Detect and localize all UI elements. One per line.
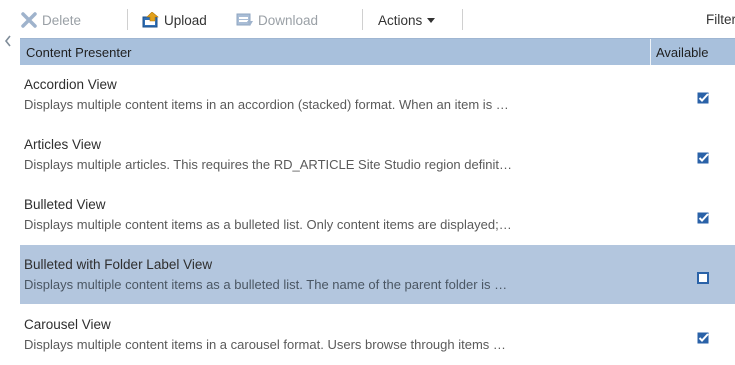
x-icon xyxy=(20,12,38,28)
row-title: Articles View xyxy=(24,137,102,152)
row-description: Displays multiple articles. This require… xyxy=(24,157,512,172)
checked-checkbox-icon[interactable] xyxy=(697,92,709,104)
checked-checkbox-icon[interactable] xyxy=(697,332,709,344)
table-row[interactable]: Articles View Displays multiple articles… xyxy=(20,125,735,185)
download-label: Download xyxy=(258,12,319,28)
row-title: Bulleted View xyxy=(24,197,106,212)
delete-label: Delete xyxy=(42,12,82,28)
table-row[interactable]: Bulleted View Displays multiple content … xyxy=(20,185,735,245)
row-description: Displays multiple content items as a bul… xyxy=(24,217,512,232)
table-row-selected[interactable]: Bulleted with Folder Label View Displays… xyxy=(20,245,735,305)
upload-icon xyxy=(142,12,160,28)
download-button[interactable]: Download xyxy=(236,10,318,30)
row-description: Displays multiple content items in a car… xyxy=(24,337,506,352)
content-presenter-table: Content Presenter Available Accordion Vi… xyxy=(20,38,735,365)
table-row[interactable]: Accordion View Displays multiple content… xyxy=(20,65,735,125)
collapse-panel-icon[interactable] xyxy=(4,34,12,48)
checked-checkbox-icon[interactable] xyxy=(697,152,709,164)
checked-checkbox-icon[interactable] xyxy=(697,212,709,224)
row-title: Carousel View xyxy=(24,317,111,332)
download-icon xyxy=(236,12,254,28)
table-row[interactable]: Carousel View Displays multiple content … xyxy=(20,305,735,365)
row-description: Displays multiple content items as a bul… xyxy=(24,277,508,292)
toolbar: Delete Upload Download Actions Filter xyxy=(0,0,735,38)
delete-button[interactable]: Delete xyxy=(20,10,81,30)
column-divider xyxy=(650,39,651,65)
table-header: Content Presenter Available xyxy=(20,38,735,65)
toolbar-divider xyxy=(462,9,463,30)
filter-button[interactable]: Filter xyxy=(706,12,735,27)
row-title: Bulleted with Folder Label View xyxy=(24,257,213,272)
row-title: Accordion View xyxy=(24,77,117,92)
toolbar-divider xyxy=(362,9,363,30)
actions-label: Actions xyxy=(378,12,423,28)
column-header-available[interactable]: Available xyxy=(656,45,709,60)
toolbar-divider xyxy=(127,9,128,30)
upload-label: Upload xyxy=(164,12,207,28)
upload-button[interactable]: Upload xyxy=(142,10,207,30)
actions-menu-button[interactable]: Actions xyxy=(378,10,436,30)
chevron-down-icon xyxy=(427,18,436,23)
unchecked-checkbox-icon[interactable] xyxy=(697,272,709,284)
row-description: Displays multiple content items in an ac… xyxy=(24,97,509,112)
column-header-content-presenter[interactable]: Content Presenter xyxy=(26,45,132,60)
